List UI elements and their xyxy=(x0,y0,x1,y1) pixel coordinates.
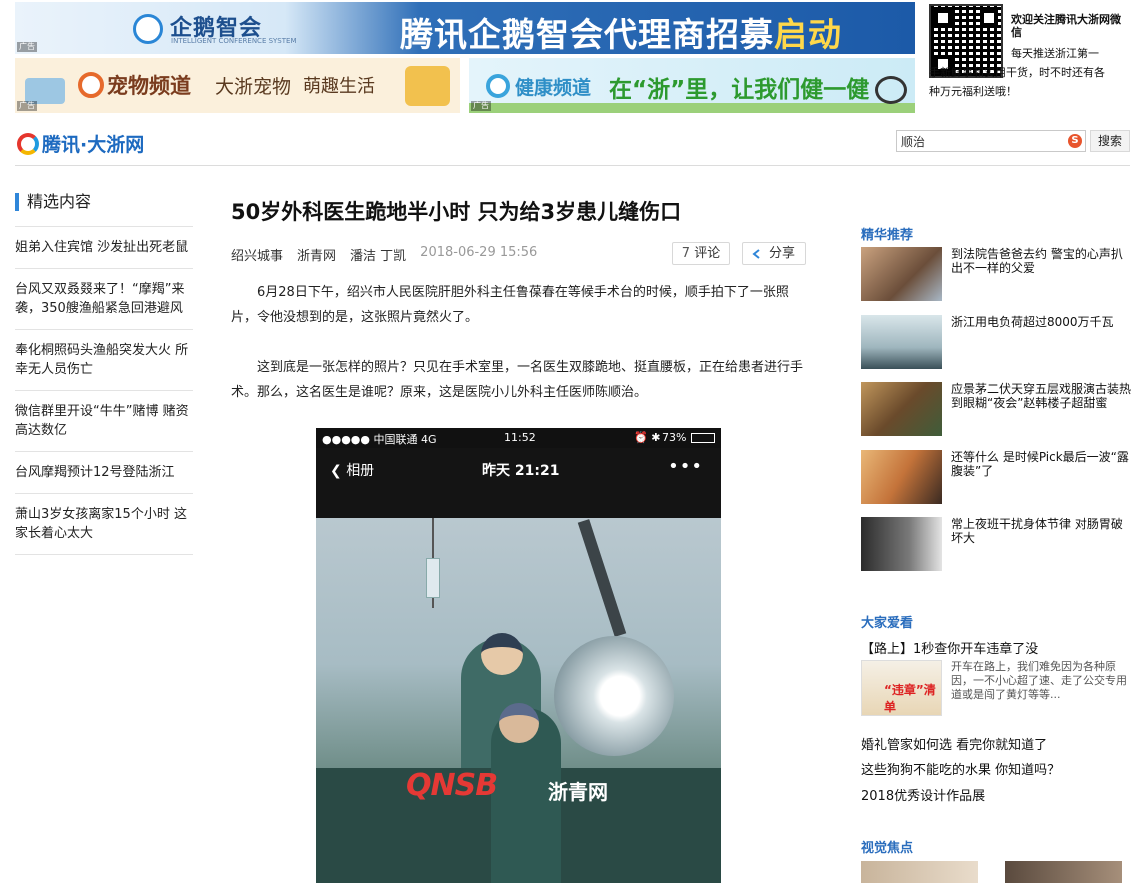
channel-logo-icon xyxy=(486,74,510,98)
featured-item[interactable]: 台风又双叒叕来了！“摩羯”来袭，350艘渔船紧急回港避风 xyxy=(15,268,193,329)
pet-channel-name: 宠物频道 xyxy=(107,74,191,98)
pet-slogan-a: 大浙宠物 xyxy=(215,76,292,98)
phone-battery: 73% xyxy=(662,431,687,444)
search-box: S xyxy=(896,130,1086,152)
surgery-scene: QNSB 浙青网 xyxy=(316,518,721,883)
featured-list: 姐弟入住宾馆 沙发扯出死老鼠 台风又双叒叕来了！“摩羯”来袭，350艘渔船紧急回… xyxy=(15,226,193,555)
ad-tag: 广告 xyxy=(17,42,37,52)
iv-bag xyxy=(426,558,440,598)
comment-button[interactable]: 7 评论 xyxy=(672,242,730,265)
more-icon: ••• xyxy=(668,456,703,477)
sofa-illustration-icon xyxy=(405,66,450,106)
surgeon-head xyxy=(499,703,539,743)
ad-banner-pet[interactable]: 宠物频道 大浙宠物 萌趣生活 广告 xyxy=(15,58,460,113)
visual-focus-thumb[interactable] xyxy=(1005,861,1122,883)
health-channel-name: 健康频道 xyxy=(515,77,592,99)
recommend-text: 应景茅二伏天穿五层戏服演古装热到眼糊“夜会”赵韩楼子超甜蜜 xyxy=(951,382,1132,410)
recommend-title: 精华推荐 xyxy=(861,228,914,243)
ad-tag: 广告 xyxy=(471,101,491,111)
recommend-text: 还等什么 是时候Pick最后一波“露腹装”了 xyxy=(951,450,1129,478)
article-source[interactable]: 浙青网 xyxy=(297,245,336,264)
article-date: 2018-06-29 15:56 xyxy=(420,245,538,260)
surgeon-head xyxy=(481,633,523,675)
channel-logo-icon xyxy=(78,72,104,98)
article-authors: 潘洁 丁凯 xyxy=(350,249,407,264)
site-logo-text: 腾讯·大浙网 xyxy=(42,134,145,156)
featured-item[interactable]: 姐弟入住宾馆 沙发扯出死老鼠 xyxy=(15,226,193,268)
alarm-icon: ⏰ ✱ xyxy=(634,431,661,444)
ad-tag: 广告 xyxy=(17,101,37,111)
lamp-arm xyxy=(577,519,627,637)
share-label: 分享 xyxy=(769,246,796,261)
share-icon xyxy=(752,249,760,259)
article-paragraph: 这到底是一张怎样的照片？只见在手术室里，一名医生双膝跪地、挺直腰板，正在给患者进… xyxy=(231,360,804,400)
ad-banner-conference[interactable]: 企鹅智会 INTELLIGENT CONFERENCE SYSTEM 腾讯企鹅智… xyxy=(15,2,915,54)
recommend-item[interactable]: 常上夜班干扰身体节律 对肠胃破坏大 xyxy=(861,517,1131,573)
recommend-thumb xyxy=(861,247,942,301)
recommend-text: 到法院告爸爸去约 警宝的心声扒出不一样的父爱 xyxy=(951,247,1123,275)
recommend-text: 常上夜班干扰身体节律 对肠胃破坏大 xyxy=(951,517,1123,545)
recommend-thumb xyxy=(861,382,942,436)
surgical-lamp xyxy=(554,636,674,756)
site-logo[interactable]: 腾讯·大浙网 xyxy=(17,130,144,157)
popular-title: 大家爱看 xyxy=(861,616,914,631)
popular-desc: 开车在路上，我们难免因为各种原因，一不小心超了速、走了公交专用道或是闯了黄灯等等… xyxy=(951,660,1127,701)
article-photo: ●●●●● 中国联通 4G 11:52 ⏰ ✱ 73% ❮ 相册 昨天 21:2… xyxy=(316,428,721,883)
recommend-item[interactable]: 还等什么 是时候Pick最后一波“露腹装”了 xyxy=(861,450,1131,506)
hills-decoration xyxy=(469,103,915,113)
watermark-qnsb: QNSB xyxy=(406,768,498,803)
visual-focus-title: 视觉焦点 xyxy=(861,841,914,856)
comment-count: 7 xyxy=(681,246,691,261)
comment-label: 评论 xyxy=(694,246,721,261)
featured-item[interactable]: 萧山3岁女孩离家15个小时 这家长着心太大 xyxy=(15,493,193,555)
bicycle-icon xyxy=(875,76,907,104)
recommend-item[interactable]: 到法院告爸爸去约 警宝的心声扒出不一样的父爱 xyxy=(861,247,1131,303)
popular-thumb[interactable]: “违章”清单 xyxy=(861,660,942,716)
article-meta: 绍兴城事 浙青网 潘洁 丁凯 2018-06-29 15:56 xyxy=(231,245,537,264)
featured-item[interactable]: 奉化桐照码头渔船突发大火 所幸无人员伤亡 xyxy=(15,329,193,390)
tencent-logo-icon xyxy=(17,132,39,155)
popular-link[interactable]: 这些狗狗不能吃的水果 你知道吗？ xyxy=(861,759,1060,778)
ad-headline: 腾讯企鹅智会代理商招募启动 xyxy=(400,15,842,54)
pet-slogan-b: 萌趣生活 xyxy=(303,76,375,97)
wechat-desc: 每天推送浙江第一手新鲜事和实用干货，时不时还有各种万元福利送哦！ xyxy=(929,47,1105,98)
featured-item[interactable]: 台风摩羯预计12号登陆浙江 xyxy=(15,451,193,493)
recommend-item[interactable]: 应景茅二伏天穿五层戏服演古装热到眼糊“夜会”赵韩楼子超甜蜜 xyxy=(861,382,1131,438)
watermark-zqw: 浙青网 xyxy=(548,780,608,804)
recommend-item[interactable]: 浙江用电负荷超过8000万千瓦 xyxy=(861,315,1131,371)
chevron-left-icon: ❮ xyxy=(330,463,347,479)
search-button[interactable]: 搜索 xyxy=(1090,130,1130,152)
popular-thumb-text: “违章”清单 xyxy=(884,683,936,714)
recommend-thumb xyxy=(861,517,942,571)
header-divider xyxy=(15,165,1130,166)
article-category[interactable]: 绍兴城事 xyxy=(231,245,283,264)
ad-banner-health[interactable]: 健康频道 在“浙”里，让我们健一健 广告 xyxy=(469,58,915,113)
share-button[interactable]: 分享 xyxy=(742,242,806,265)
visual-focus-thumb[interactable] xyxy=(861,861,978,883)
featured-title: 精选内容 xyxy=(15,193,91,211)
phone-status-bar: ●●●●● 中国联通 4G 11:52 ⏰ ✱ 73% xyxy=(316,428,721,448)
phone-nav-bar: ❮ 相册 昨天 21:21 ••• xyxy=(316,448,721,518)
article-title: 50岁外科医生跪地半小时 只为给3岁患儿缝伤口 xyxy=(231,200,682,224)
featured-item[interactable]: 微信群里开设“牛牛”赌博 赌资高达数亿 xyxy=(15,390,193,451)
popular-link[interactable]: 婚礼管家如何选 看完你就知道了 xyxy=(861,734,1047,753)
sogou-search-icon: S xyxy=(1068,134,1082,148)
phone-back: ❮ 相册 xyxy=(330,463,375,479)
wechat-title: 欢迎关注腾讯大浙网微信 xyxy=(1011,13,1121,39)
recommend-thumb xyxy=(861,315,942,369)
phone-time: 11:52 xyxy=(504,431,536,444)
penguin-logo-icon xyxy=(133,14,163,44)
recommend-thumb xyxy=(861,450,942,504)
popular-link[interactable]: 2018优秀设计作品展 xyxy=(861,785,985,804)
health-slogan: 在“浙”里，让我们健一健 xyxy=(609,77,870,103)
ad-logo-sub: INTELLIGENT CONFERENCE SYSTEM xyxy=(171,37,297,45)
phone-nav-title: 昨天 21:21 xyxy=(482,463,560,479)
recommend-text: 浙江用电负荷超过8000万千瓦 xyxy=(951,315,1114,329)
article-paragraph: 6月28日下午，绍兴市人民医院肝胆外科主任鲁葆春在等候手术台的时候，顺手拍下了一… xyxy=(231,285,789,325)
search-input[interactable] xyxy=(897,131,1067,151)
popular-headline[interactable]: 【路上】1秒查你开车违章了没 xyxy=(861,638,1038,657)
battery-icon xyxy=(691,433,715,443)
phone-carrier: ●●●●● 中国联通 4G xyxy=(322,433,437,446)
